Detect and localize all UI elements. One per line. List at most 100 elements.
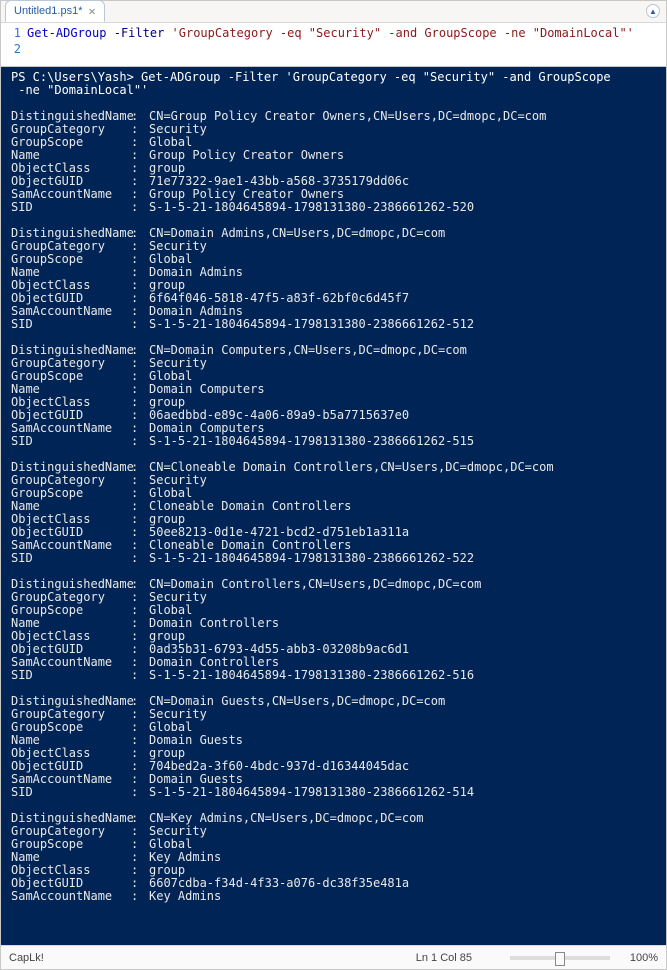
- result-key: SID: [11, 435, 131, 448]
- result-row: DistinguishedName: CN=Key Admins,CN=User…: [11, 812, 656, 825]
- result-value: Group Policy Creator Owners: [149, 149, 656, 162]
- result-value: Key Admins: [149, 890, 656, 903]
- code-token-string: 'GroupCategory -eq "Security" -and Group…: [172, 26, 634, 40]
- close-icon[interactable]: ✕: [89, 5, 96, 17]
- result-value: 6607cdba-f34d-4f33-a076-dc38f35e481a: [149, 877, 656, 890]
- result-block: DistinguishedName: CN=Domain Computers,C…: [3, 344, 664, 448]
- result-row: Name: Group Policy Creator Owners: [11, 149, 656, 162]
- script-editor[interactable]: 1 2 Get-ADGroup -Filter 'GroupCategory -…: [1, 23, 666, 67]
- result-row: Name: Cloneable Domain Controllers: [11, 500, 656, 513]
- result-block: DistinguishedName: CN=Domain Admins,CN=U…: [3, 227, 664, 331]
- result-row: GroupCategory: Security: [11, 474, 656, 487]
- console-output[interactable]: PS C:\Users\Yash> Get-ADGroup -Filter 'G…: [3, 71, 664, 941]
- code-token-cmd: Get-ADGroup: [27, 26, 106, 40]
- console-pane: PS C:\Users\Yash> Get-ADGroup -Filter 'G…: [1, 67, 666, 945]
- file-tab[interactable]: Untitled1.ps1* ✕: [5, 0, 105, 22]
- editor-gutter: 1 2: [1, 23, 27, 66]
- result-row: GroupScope: Global: [11, 370, 656, 383]
- result-value: Domain Admins: [149, 266, 656, 279]
- result-row: DistinguishedName: CN=Cloneable Domain C…: [11, 461, 656, 474]
- result-row: SID: S-1-5-21-1804645894-1798131380-2386…: [11, 669, 656, 682]
- result-value: CN=Group Policy Creator Owners,CN=Users,…: [149, 110, 656, 123]
- result-row: SamAccountName: Key Admins: [11, 890, 656, 903]
- result-row: Name: Domain Guests: [11, 734, 656, 747]
- result-row: DistinguishedName: CN=Domain Admins,CN=U…: [11, 227, 656, 240]
- result-block: DistinguishedName: CN=Key Admins,CN=User…: [3, 812, 664, 903]
- result-block: DistinguishedName: CN=Domain Guests,CN=U…: [3, 695, 664, 799]
- result-row: DistinguishedName: CN=Domain Guests,CN=U…: [11, 695, 656, 708]
- result-block: DistinguishedName: CN=Group Policy Creat…: [3, 110, 664, 214]
- result-row: SID: S-1-5-21-1804645894-1798131380-2386…: [11, 786, 656, 799]
- result-value: S-1-5-21-1804645894-1798131380-238666126…: [149, 435, 656, 448]
- line-number: 1: [1, 25, 21, 41]
- result-value: S-1-5-21-1804645894-1798131380-238666126…: [149, 669, 656, 682]
- result-row: SID: S-1-5-21-1804645894-1798131380-2386…: [11, 318, 656, 331]
- result-value: Security: [149, 474, 656, 487]
- separator: :: [131, 318, 149, 331]
- result-value: CN=Domain Admins,CN=Users,DC=dmopc,DC=co…: [149, 227, 656, 240]
- result-value: CN=Domain Computers,CN=Users,DC=dmopc,DC…: [149, 344, 656, 357]
- result-value: S-1-5-21-1804645894-1798131380-238666126…: [149, 786, 656, 799]
- chevron-up-icon: ▲: [649, 7, 657, 16]
- app-frame: Untitled1.ps1* ✕ ▲ 1 2 Get-ADGroup -Filt…: [0, 0, 667, 970]
- result-row: GroupScope: Global: [11, 604, 656, 617]
- separator: :: [131, 669, 149, 682]
- result-row: Name: Domain Controllers: [11, 617, 656, 630]
- result-row: GroupScope: Global: [11, 253, 656, 266]
- zoom-level: 100%: [618, 952, 658, 964]
- separator: :: [131, 552, 149, 565]
- tab-bar: Untitled1.ps1* ✕ ▲: [1, 1, 666, 23]
- result-value: S-1-5-21-1804645894-1798131380-238666126…: [149, 318, 656, 331]
- caps-indicator: CapLk!: [9, 952, 44, 964]
- result-value: CN=Domain Controllers,CN=Users,DC=dmopc,…: [149, 578, 656, 591]
- result-block: DistinguishedName: CN=Domain Controllers…: [3, 578, 664, 682]
- result-row: GroupCategory: Security: [11, 357, 656, 370]
- result-key: SID: [11, 669, 131, 682]
- result-row: SID: S-1-5-21-1804645894-1798131380-2386…: [11, 435, 656, 448]
- result-row: DistinguishedName: CN=Domain Controllers…: [11, 578, 656, 591]
- result-row: DistinguishedName: CN=Domain Computers,C…: [11, 344, 656, 357]
- separator: :: [131, 890, 149, 903]
- console-prompt-line: -ne "DomainLocal"': [3, 84, 664, 97]
- result-key: SID: [11, 318, 131, 331]
- result-row: Name: Domain Computers: [11, 383, 656, 396]
- result-value: CN=Domain Guests,CN=Users,DC=dmopc,DC=co…: [149, 695, 656, 708]
- result-value: S-1-5-21-1804645894-1798131380-238666126…: [149, 201, 656, 214]
- result-row: SID: S-1-5-21-1804645894-1798131380-2386…: [11, 201, 656, 214]
- code-token-param: -Filter: [114, 26, 165, 40]
- result-key: SID: [11, 552, 131, 565]
- separator: :: [131, 786, 149, 799]
- status-bar: CapLk! Ln 1 Col 85 100%: [1, 945, 666, 969]
- result-key: SID: [11, 201, 131, 214]
- result-row: SID: S-1-5-21-1804645894-1798131380-2386…: [11, 552, 656, 565]
- separator: :: [131, 201, 149, 214]
- result-row: GroupCategory: Security: [11, 591, 656, 604]
- result-row: GroupCategory: Security: [11, 123, 656, 136]
- result-row: GroupScope: Global: [11, 838, 656, 851]
- editor-code[interactable]: Get-ADGroup -Filter 'GroupCategory -eq "…: [27, 23, 666, 66]
- expand-button[interactable]: ▲: [646, 4, 660, 18]
- result-value: Security: [149, 825, 656, 838]
- separator: :: [131, 435, 149, 448]
- result-value: Security: [149, 123, 656, 136]
- result-row: GroupScope: Global: [11, 721, 656, 734]
- zoom-slider[interactable]: [510, 956, 610, 960]
- result-row: Name: Domain Admins: [11, 266, 656, 279]
- result-value: Security: [149, 240, 656, 253]
- result-value: Domain Guests: [149, 734, 656, 747]
- result-value: Domain Computers: [149, 383, 656, 396]
- result-row: GroupCategory: Security: [11, 825, 656, 838]
- result-row: GroupCategory: Security: [11, 708, 656, 721]
- result-value: Security: [149, 591, 656, 604]
- result-block: DistinguishedName: CN=Cloneable Domain C…: [3, 461, 664, 565]
- result-value: Key Admins: [149, 851, 656, 864]
- result-value: Cloneable Domain Controllers: [149, 500, 656, 513]
- result-row: DistinguishedName: CN=Group Policy Creat…: [11, 110, 656, 123]
- result-key: SamAccountName: [11, 890, 131, 903]
- result-row: GroupCategory: Security: [11, 240, 656, 253]
- cursor-position: Ln 1 Col 85: [416, 952, 472, 964]
- result-value: CN=Cloneable Domain Controllers,CN=Users…: [149, 461, 656, 474]
- result-value: Security: [149, 357, 656, 370]
- result-value: Security: [149, 708, 656, 721]
- result-value: Global: [149, 838, 656, 851]
